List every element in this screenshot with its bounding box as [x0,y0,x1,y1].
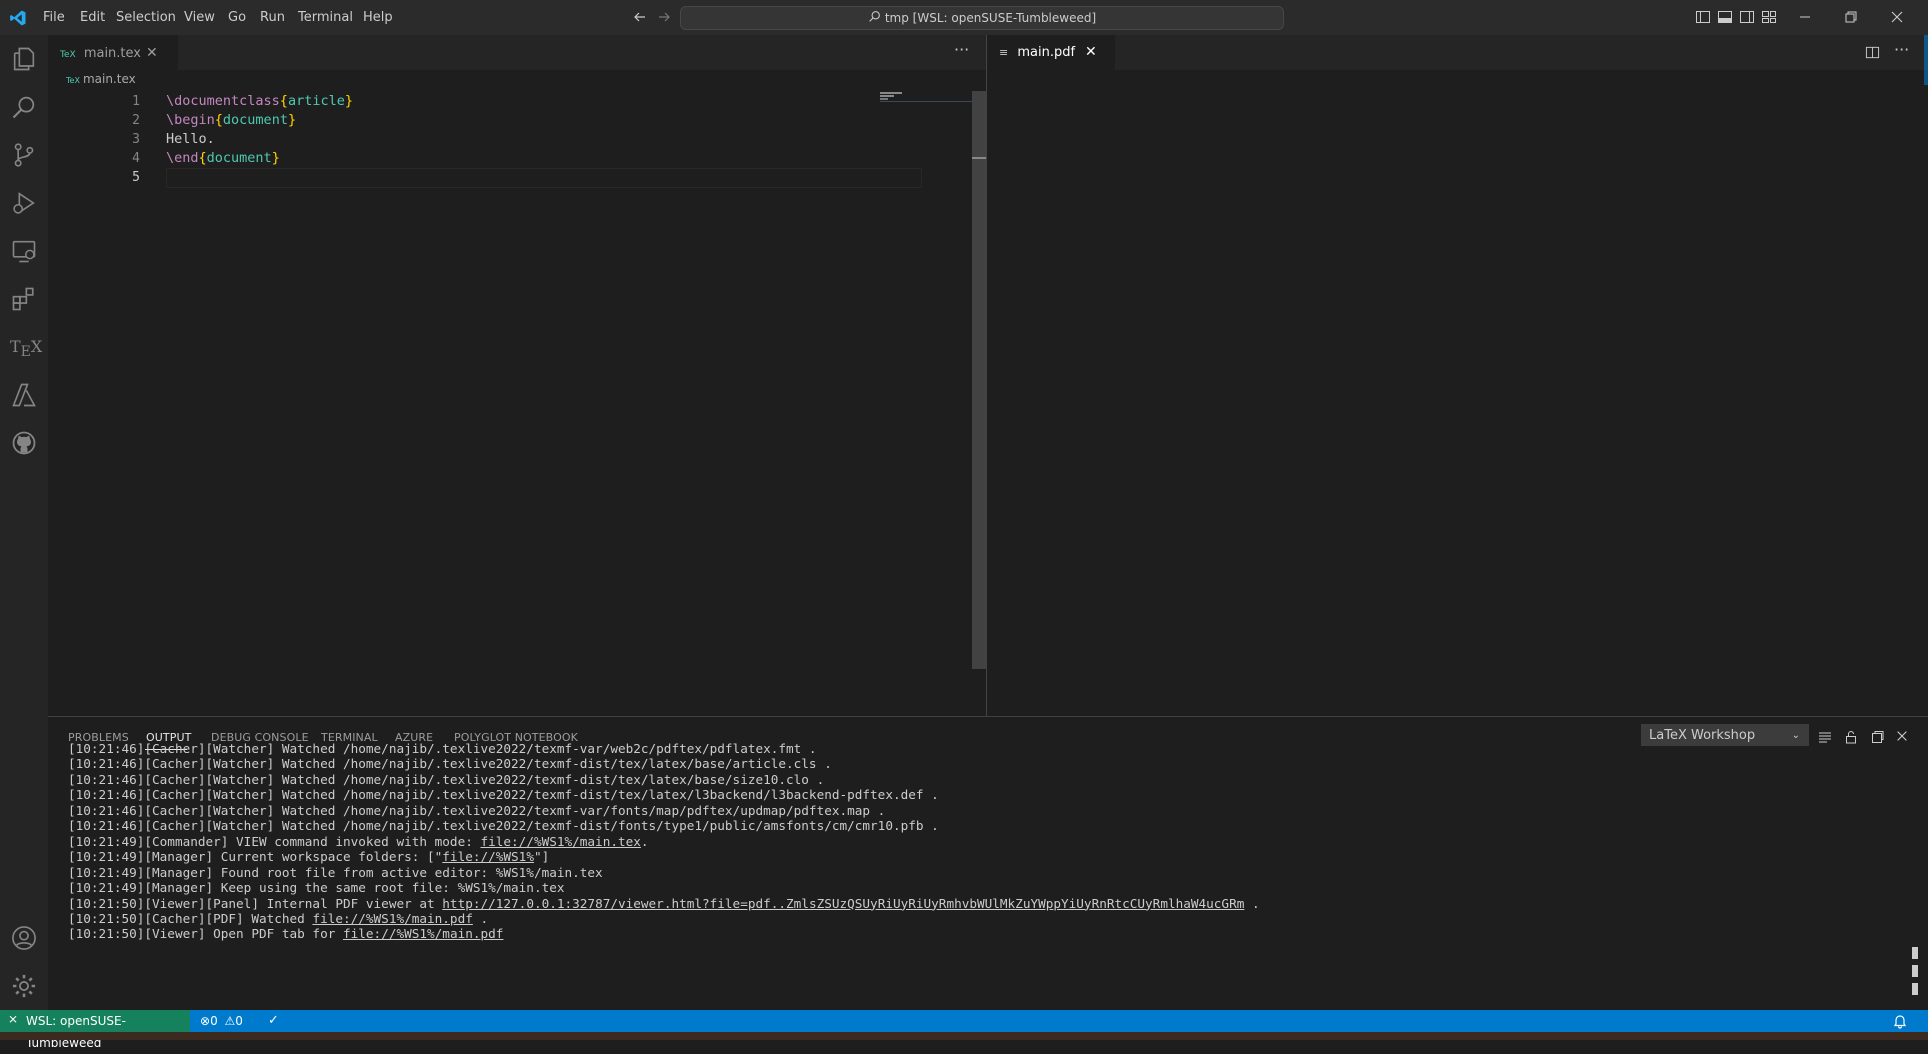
command-center[interactable]: tmp [WSL: openSUSE-Tumbleweed] [680,6,1284,30]
close-icon[interactable]: ✕ [146,36,158,71]
line-number: 1 [132,94,140,109]
code-line: Hello. [166,131,215,147]
output-channel-label: LaTeX Workshop [1649,728,1756,743]
toggle-sidebar-icon[interactable] [1695,9,1711,25]
source-control-icon[interactable] [10,141,38,169]
warning-icon: ⚠ [224,1014,236,1028]
title-bar: File Edit Selection View Go Run Terminal… [0,0,1928,35]
line-number: 2 [132,113,140,128]
more-actions-icon[interactable]: ··· [954,35,969,65]
tex-file-icon: TeX [60,50,76,60]
back-arrow-icon[interactable] [632,9,648,25]
pdf-viewer[interactable] [987,35,1928,716]
problems-indicator[interactable]: ⊗0 ⚠0 [200,1010,243,1032]
minimap-viewport[interactable] [880,101,984,102]
search-icon[interactable] [10,93,38,121]
maximize-panel-icon[interactable] [1869,729,1885,745]
explorer-icon[interactable] [10,45,38,73]
menu-go[interactable]: Go [220,0,254,35]
tab-label: main.tex [83,46,141,61]
editor-tabs-left: TeX main.tex ✕ ··· [48,35,986,71]
status-bar: ⨯ WSL: openSUSE-Tumbleweed ⊗0 ⚠0 ✓ [0,1010,1928,1050]
chevron-down-icon: ⌄ [1791,730,1800,741]
customize-layout-icon[interactable] [1761,9,1777,25]
lock-scroll-icon[interactable] [1843,729,1859,745]
breadcrumb-item: main.tex [82,72,136,86]
output-scrollbar[interactable] [1912,947,1918,1007]
activity-bar: TEX [0,35,48,1010]
output-channel-select[interactable]: LaTeX Workshop ⌄ [1641,724,1809,746]
remote-explorer-icon[interactable] [10,237,38,265]
split-editor-icon[interactable] [1865,45,1880,60]
command-center-label: tmp [WSL: openSUSE-Tumbleweed] [884,11,1097,25]
restore-icon[interactable] [1843,9,1859,25]
tab-main-pdf[interactable]: ≡ main.pdf ✕ [987,35,1115,70]
current-line-highlight [166,168,922,188]
taskbar-edge [0,1032,1928,1040]
minimap-line [880,92,902,94]
close-panel-icon[interactable] [1895,729,1909,743]
check-icon[interactable]: ✓ [268,1010,279,1032]
breadcrumb[interactable]: TeX main.tex [66,72,136,86]
menu-view[interactable]: View [176,0,223,35]
code-line: \end{document} [166,150,280,166]
tab-label: main.pdf [1017,45,1076,60]
more-actions-icon[interactable]: ··· [1894,35,1909,65]
menu-terminal[interactable]: Terminal [290,0,361,35]
github-icon[interactable] [10,429,38,457]
search-icon [868,8,881,30]
forward-arrow-icon[interactable] [656,9,672,25]
azure-icon[interactable] [10,381,38,409]
line-number: 5 [132,170,140,185]
code-line: \documentclass{article} [166,93,353,109]
notifications-bell-icon[interactable] [1892,1013,1908,1029]
menu-edit[interactable]: Edit [72,0,113,35]
vscode-logo-icon [10,10,26,26]
clear-output-icon[interactable] [1817,729,1833,745]
error-count: 0 [210,1014,218,1028]
output-line: [10:21:50][Viewer] Open PDF tab for file… [68,926,504,942]
minimap-line [880,98,888,100]
line-number: 3 [132,132,140,147]
minimap-line [880,95,894,97]
pdf-file-icon: ≡ [999,46,1009,59]
error-icon: ⊗ [200,1014,211,1028]
accounts-icon[interactable] [10,924,38,952]
bottom-panel: PROBLEMS OUTPUT DEBUG CONSOLE TERMINAL A… [48,716,1928,1011]
editor-tabs-right: ≡ main.pdf ✕ ··· [987,35,1928,70]
minimize-icon[interactable] [1797,9,1813,25]
settings-gear-icon[interactable] [10,972,38,1000]
scrollbar[interactable] [972,91,986,669]
menu-selection[interactable]: Selection [108,0,184,35]
tab-main-tex[interactable]: TeX main.tex ✕ [48,35,178,71]
toggle-secondary-sidebar-icon[interactable] [1739,9,1755,25]
run-debug-icon[interactable] [10,189,38,217]
scroll-indicator [1924,35,1928,85]
close-window-icon[interactable] [1889,9,1905,25]
menu-file[interactable]: File [35,0,73,35]
scrollbar-cursor-marker [972,157,986,159]
code-line: \begin{document} [166,112,297,128]
menu-run[interactable]: Run [252,0,293,35]
remote-indicator[interactable]: ⨯ WSL: openSUSE-Tumbleweed [0,1010,190,1050]
menu-help[interactable]: Help [355,0,401,35]
warning-count: 0 [235,1014,243,1028]
extensions-icon[interactable] [10,285,38,313]
toggle-panel-icon[interactable] [1717,9,1733,25]
close-icon[interactable]: ✕ [1085,35,1097,70]
tex-file-icon: TeX [66,76,80,85]
line-number: 4 [132,151,140,166]
editor-main-tex[interactable]: TeX main.tex 1 2 3 4 5 \documentclass{art… [48,70,986,716]
tex-icon[interactable]: TEX [10,333,42,361]
remote-icon: ⨯ [8,1012,19,1026]
